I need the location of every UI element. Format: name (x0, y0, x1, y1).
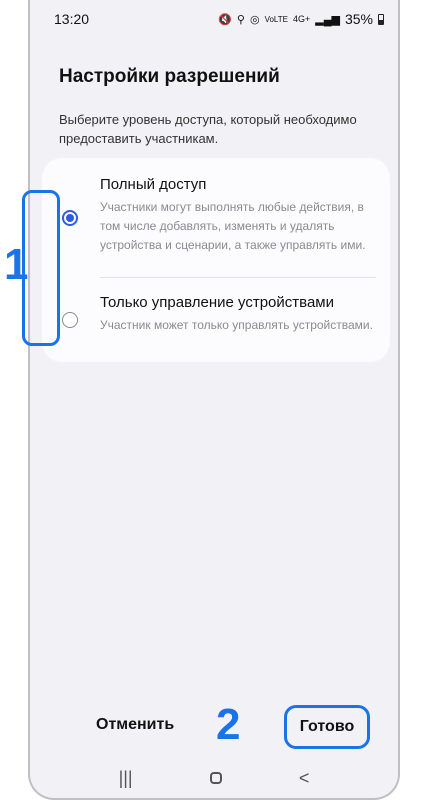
permissions-card: Полный доступ Участники могут выполнять … (42, 158, 390, 362)
option-devices-only-title: Только управление устройствами (100, 294, 334, 311)
step-marker-1: 1 (4, 240, 29, 289)
mute-icon: 🔇 (218, 13, 232, 26)
status-bar: 13:20 🔇 ⚲ ◎ VoLTE 4G+ ▂▄▆ 35% (30, 0, 398, 38)
navigation-bar: ||| < (30, 764, 398, 792)
status-icons: 🔇 ⚲ ◎ VoLTE 4G+ ▂▄▆ 35% (218, 11, 384, 27)
option-devices-only[interactable]: Только управление устройствами Участник … (42, 278, 390, 362)
recents-icon[interactable]: ||| (119, 768, 133, 789)
back-icon[interactable]: < (299, 768, 310, 789)
option-full-access-description: Участники могут выполнять любые действия… (100, 200, 366, 252)
location-icon: ⚲ (236, 13, 245, 26)
phone-frame: 13:20 🔇 ⚲ ◎ VoLTE 4G+ ▂▄▆ 35% Настройки … (28, 0, 400, 800)
hotspot-icon: ◎ (249, 13, 260, 26)
battery-percent: 35% (344, 11, 373, 27)
radio-devices-only[interactable] (62, 312, 78, 328)
home-icon[interactable] (209, 772, 222, 784)
cancel-button[interactable]: Отменить (96, 716, 174, 734)
battery-icon (378, 13, 384, 25)
step-marker-2: 2 (216, 700, 241, 749)
signal-icon: ▂▄▆ (315, 13, 340, 26)
page-subtitle: Выберите уровень доступа, который необхо… (59, 112, 357, 146)
option-full-access[interactable]: Полный доступ Участники могут выполнять … (42, 158, 390, 276)
option-devices-only-description: Участник может только управлять устройст… (100, 318, 373, 332)
network-label: 4G+ (292, 14, 311, 24)
page-title: Настройки разрешений (59, 66, 280, 87)
volte-label: VoLTE (264, 14, 288, 24)
option-full-access-title: Полный доступ (100, 176, 207, 193)
done-button[interactable]: Готово (284, 705, 370, 749)
status-time: 13:20 (54, 11, 90, 27)
radio-full-access[interactable] (62, 210, 78, 226)
